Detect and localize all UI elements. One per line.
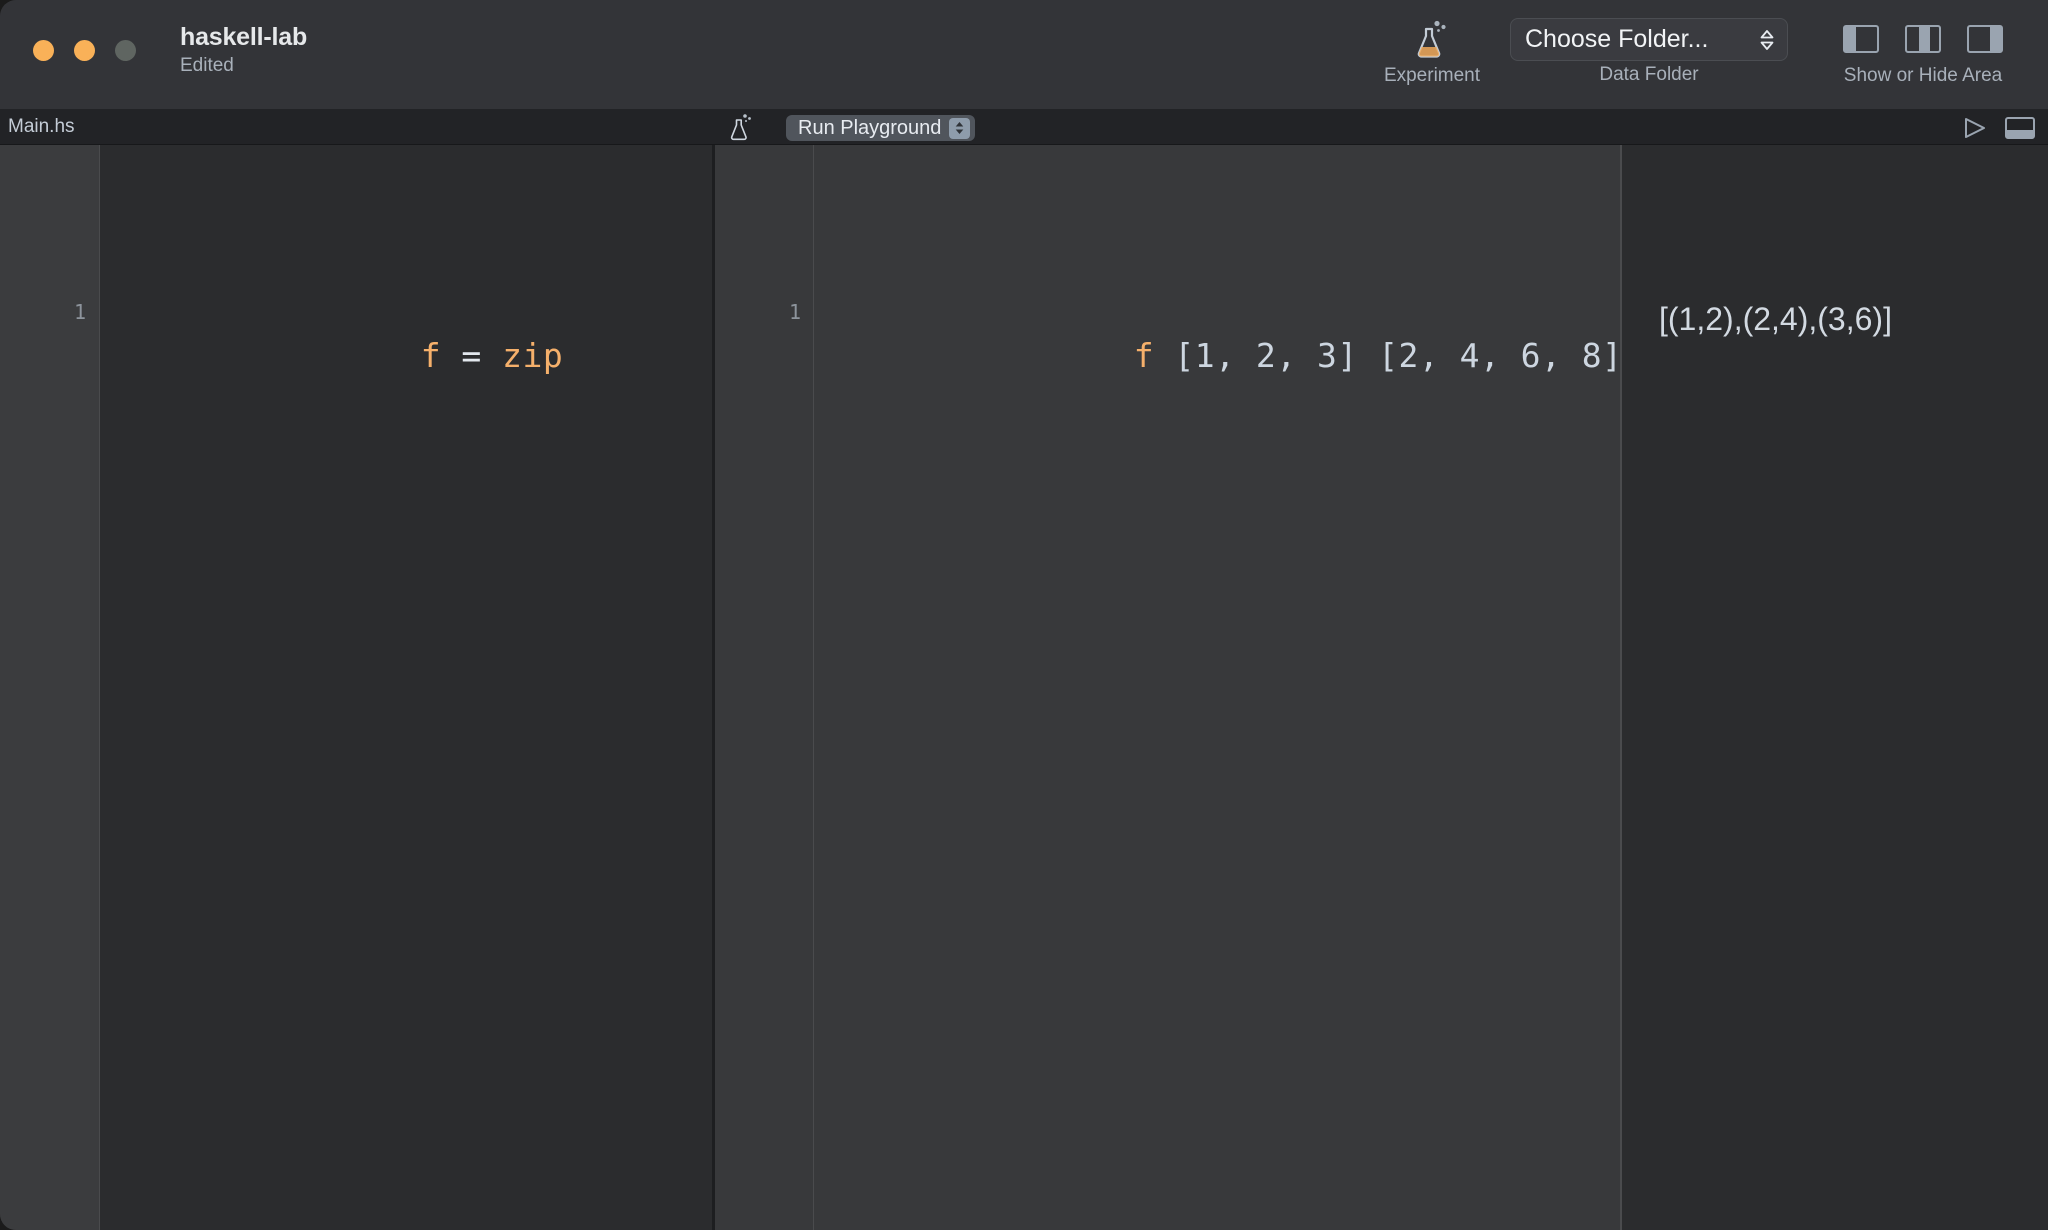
- flask-icon: [1368, 16, 1496, 62]
- code-token-identifier: zip: [502, 336, 564, 375]
- zoom-window-button[interactable]: [115, 40, 136, 61]
- panel-toggle-group: [1812, 16, 2034, 62]
- play-triangle-icon[interactable]: [1963, 117, 1987, 144]
- page-title: haskell-lab: [180, 23, 308, 51]
- title-bar: haskell-lab Edited Experiment Choose Fol…: [0, 0, 2048, 109]
- document-title-block: haskell-lab Edited: [180, 23, 780, 78]
- code-line: f = zip: [217, 293, 563, 419]
- playground-code-area[interactable]: f [1, 2, 3] [2, 4, 6, 8]: [815, 145, 1623, 1230]
- chevron-up-down-icon: [949, 117, 971, 139]
- close-window-button[interactable]: [33, 40, 54, 61]
- run-playground-button[interactable]: Run Playground: [786, 115, 976, 141]
- line-number: 1: [73, 300, 86, 324]
- minimize-window-button[interactable]: [74, 40, 95, 61]
- source-code-area[interactable]: f = zip: [101, 145, 712, 1230]
- experiment-toolbar-item[interactable]: Experiment: [1368, 16, 1496, 87]
- document-status: Edited: [180, 55, 234, 76]
- data-folder-label: Data Folder: [1599, 64, 1699, 85]
- playground-pane[interactable]: 1 f [1, 2, 3] [2, 4, 6, 8]: [715, 145, 1623, 1230]
- experiment-label: Experiment: [1383, 65, 1481, 86]
- panel-bottom-icon[interactable]: [2005, 117, 2035, 139]
- panel-left-icon[interactable]: [1843, 25, 1879, 53]
- code-token-function: f: [420, 336, 442, 375]
- traffic-light-group: [33, 40, 136, 61]
- choose-folder-popup-button[interactable]: Choose Folder...: [1510, 18, 1788, 61]
- code-token-operator: =: [441, 336, 503, 375]
- code-token-function: f: [1133, 336, 1155, 375]
- data-folder-toolbar-item: Choose Folder... Data Folder: [1510, 18, 1788, 86]
- results-pane: [(1,2),(2,4),(3,6)]: [1622, 145, 2048, 1230]
- panel-right-icon[interactable]: [1967, 25, 2003, 53]
- flask-icon: [729, 113, 753, 146]
- choose-folder-value: Choose Folder...: [1525, 25, 1709, 53]
- playground-gutter: 1: [715, 145, 814, 1230]
- tab-main-hs[interactable]: Main.hs: [8, 116, 75, 138]
- show-hide-area-label: Show or Hide Area: [1843, 65, 2003, 86]
- source-editor-pane[interactable]: 1 f = zip: [0, 145, 712, 1230]
- chevron-up-down-icon: [1759, 28, 1775, 52]
- code-token-literal: [1, 2, 3] [2, 4, 6, 8]: [1154, 336, 1623, 375]
- code-line: f [1, 2, 3] [2, 4, 6, 8]: [930, 293, 1623, 419]
- source-gutter: 1: [0, 145, 100, 1230]
- main-content-area: 1 f = zip 1 f [1, 2, 3] [2, 4, 6, 8] [(1…: [0, 145, 2048, 1230]
- editor-sub-toolbar: Main.hs Run Playground: [0, 109, 2048, 145]
- panel-center-icon[interactable]: [1905, 25, 1941, 53]
- app-window: haskell-lab Edited Experiment Choose Fol…: [0, 0, 2048, 1230]
- run-playground-label: Run Playground: [798, 116, 942, 139]
- result-value: [(1,2),(2,4),(3,6)]: [1659, 301, 1892, 337]
- line-number: 1: [788, 300, 801, 324]
- show-hide-area-toolbar-item: Show or Hide Area: [1812, 16, 2034, 87]
